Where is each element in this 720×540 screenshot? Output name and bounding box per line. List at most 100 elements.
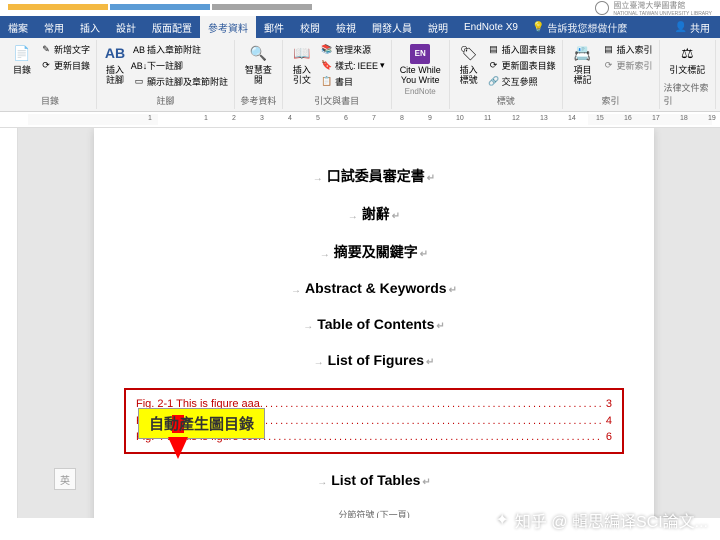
tab-view[interactable]: 檢視 xyxy=(328,16,364,38)
group-endnote: EN Cite While You Write EndNote xyxy=(392,40,450,109)
heading: →Abstract & Keywords↵ xyxy=(144,280,604,298)
zhihu-icon: ✦ xyxy=(495,510,508,530)
heading: →List of Tables↵ xyxy=(144,472,604,490)
group-label: 標號 xyxy=(497,93,515,107)
share-button[interactable]: 👤共用 xyxy=(665,16,720,38)
update-index-button[interactable]: ⟳更新索引 xyxy=(601,58,655,73)
update-table-button[interactable]: ⟳更新圖表目錄 xyxy=(486,58,558,73)
cross-reference-button[interactable]: 🔗交互參照 xyxy=(486,74,558,89)
bar xyxy=(8,4,108,10)
arrow-icon xyxy=(168,437,188,459)
library-logo-icon xyxy=(595,1,609,15)
show-icon: ▭ xyxy=(133,76,145,88)
style-icon: 🔖 xyxy=(321,60,333,72)
ribbon-tabs: 檔案 常用 插入 設計 版面配置 參考資料 郵件 校閱 檢視 開發人員 說明 E… xyxy=(0,16,720,38)
document-area: →口試委員審定書↵ →謝辭↵ →摘要及關鍵字↵ →Abstract & Keyw… xyxy=(0,128,720,518)
group-label: 註腳 xyxy=(157,93,175,107)
tab-design[interactable]: 設計 xyxy=(108,16,144,38)
smart-lookup-button[interactable]: 🔍智慧查閱 xyxy=(239,42,278,88)
group-label: 索引 xyxy=(602,93,620,107)
mark-citation-button[interactable]: ⚖引文標記 xyxy=(665,42,709,78)
lookup-icon: 🔍 xyxy=(248,44,268,64)
group-research: 🔍智慧查閱 參考資料 xyxy=(235,40,283,109)
tab-developer[interactable]: 開發人員 xyxy=(364,16,420,38)
tab-references[interactable]: 參考資料 xyxy=(200,16,256,38)
tab-file[interactable]: 檔案 xyxy=(0,16,36,38)
callout-text: 自動產生圖目錄 xyxy=(138,408,265,439)
watermark: ✦ 知乎 @ 輯思編译SCI論文... xyxy=(495,508,708,532)
footnote-icon: AB xyxy=(105,44,125,64)
insert-index-button[interactable]: ▤插入索引 xyxy=(601,42,655,57)
share-icon: 👤 xyxy=(675,22,687,33)
group-caption: 🏷插入標號 ▤插入圖表目錄 ⟳更新圖表目錄 🔗交互參照 標號 xyxy=(450,40,563,109)
xref-icon: 🔗 xyxy=(488,76,500,88)
group-footnote: AB插入註腳 AB插入章節附註 AB↓下一註腳 ▭顯示註腳及章節附註 註腳 xyxy=(97,40,235,109)
ribbon: 📄目錄 ✎新增文字 ⟳更新目錄 目錄 AB插入註腳 AB插入章節附註 AB↓下一… xyxy=(0,38,720,112)
bar xyxy=(212,4,312,10)
tab-review[interactable]: 校閱 xyxy=(292,16,328,38)
tab-endnote[interactable]: EndNote X9 xyxy=(456,16,526,38)
citation-icon: 📖 xyxy=(292,44,312,64)
style-dropdown[interactable]: 🔖樣式: IEEE ▾ xyxy=(319,58,387,73)
heading: →摘要及關鍵字↵ xyxy=(144,242,604,262)
library-banner: 國立臺灣大學圖書館 NATIONAL TAIWAN UNIVERSITY LIB… xyxy=(0,0,720,16)
tab-mailings[interactable]: 郵件 xyxy=(256,16,292,38)
annotation-callout: 自動產生圖目錄 xyxy=(138,408,265,459)
group-label: 參考資料 xyxy=(240,93,276,107)
horizontal-ruler[interactable]: 112345678910111213141516171819 xyxy=(0,112,720,128)
banner-bars xyxy=(8,4,312,12)
manage-icon: 📚 xyxy=(321,44,333,56)
bibliography-button[interactable]: 📋書目 xyxy=(319,74,387,89)
insert-table-figures-button[interactable]: ▤插入圖表目錄 xyxy=(486,42,558,57)
endnote-cwyw-button[interactable]: EN Cite While You Write EndNote xyxy=(396,42,445,99)
biblio-icon: 📋 xyxy=(321,76,333,88)
bar xyxy=(110,4,210,10)
page-scroll[interactable]: →口試委員審定書↵ →謝辭↵ →摘要及關鍵字↵ →Abstract & Keyw… xyxy=(18,128,720,518)
caption-icon: 🏷 xyxy=(459,44,479,64)
insert-citation-button[interactable]: 📖插入引文 xyxy=(287,42,317,88)
heading: →Table of Contents↵ xyxy=(144,316,604,334)
heading: →謝辭↵ xyxy=(144,204,604,224)
index-icon: 📇 xyxy=(573,44,593,64)
org-name: 國立臺灣大學圖書館 xyxy=(613,0,712,11)
legal-icon: ⚖ xyxy=(677,44,697,64)
heading: →口試委員審定書↵ xyxy=(144,166,604,186)
update-toc-button[interactable]: ⟳更新目錄 xyxy=(38,58,92,73)
mark-entry-button[interactable]: 📇項目標記 xyxy=(567,42,599,88)
group-index: 📇項目標記 ▤插入索引 ⟳更新索引 索引 xyxy=(563,40,660,109)
vertical-ruler[interactable] xyxy=(0,128,18,518)
add-icon: ✎ xyxy=(40,44,52,56)
endnote-icon: AB xyxy=(133,44,145,56)
manage-sources-button[interactable]: 📚管理來源 xyxy=(319,42,387,57)
lof-icon: ▤ xyxy=(488,44,500,56)
update-icon: ⟳ xyxy=(40,60,52,72)
tab-help[interactable]: 說明 xyxy=(420,16,456,38)
add-text-button[interactable]: ✎新增文字 xyxy=(38,42,92,57)
insidx-icon: ▤ xyxy=(603,44,615,56)
lightbulb-icon: 💡 xyxy=(532,22,544,33)
group-label: 引文與書目 xyxy=(314,93,359,107)
language-indicator[interactable]: 英 xyxy=(54,468,76,490)
update-icon: ⟳ xyxy=(488,60,500,72)
toc-button[interactable]: 📄目錄 xyxy=(8,42,36,78)
tab-insert[interactable]: 插入 xyxy=(72,16,108,38)
show-notes-button[interactable]: ▭顯示註腳及章節附註 xyxy=(131,74,230,89)
page: →口試委員審定書↵ →謝辭↵ →摘要及關鍵字↵ →Abstract & Keyw… xyxy=(94,128,654,518)
updidx-icon: ⟳ xyxy=(603,60,615,72)
group-toc: 📄目錄 ✎新增文字 ⟳更新目錄 目錄 xyxy=(4,40,97,109)
org-logo: 國立臺灣大學圖書館 NATIONAL TAIWAN UNIVERSITY LIB… xyxy=(595,4,712,12)
group-citation: 📖插入引文 📚管理來源 🔖樣式: IEEE ▾ 📋書目 引文與書目 xyxy=(283,40,392,109)
heading: →List of Figures↵ xyxy=(144,352,604,370)
next-icon: AB↓ xyxy=(133,60,145,72)
next-footnote-button[interactable]: AB↓下一註腳 xyxy=(131,58,230,73)
insert-endnote-button[interactable]: AB插入章節附註 xyxy=(131,42,230,57)
group-legal: ⚖引文標記 法律文件索引 xyxy=(660,40,716,109)
tell-me-search[interactable]: 💡告訴我您想做什麼 xyxy=(532,16,627,38)
endnote-icon: EN xyxy=(410,44,430,64)
tab-home[interactable]: 常用 xyxy=(36,16,72,38)
toc-icon: 📄 xyxy=(12,44,32,64)
insert-caption-button[interactable]: 🏷插入標號 xyxy=(454,42,484,88)
insert-footnote-button[interactable]: AB插入註腳 xyxy=(101,42,129,88)
tab-layout[interactable]: 版面配置 xyxy=(144,16,200,38)
group-label: 法律文件索引 xyxy=(664,80,711,107)
